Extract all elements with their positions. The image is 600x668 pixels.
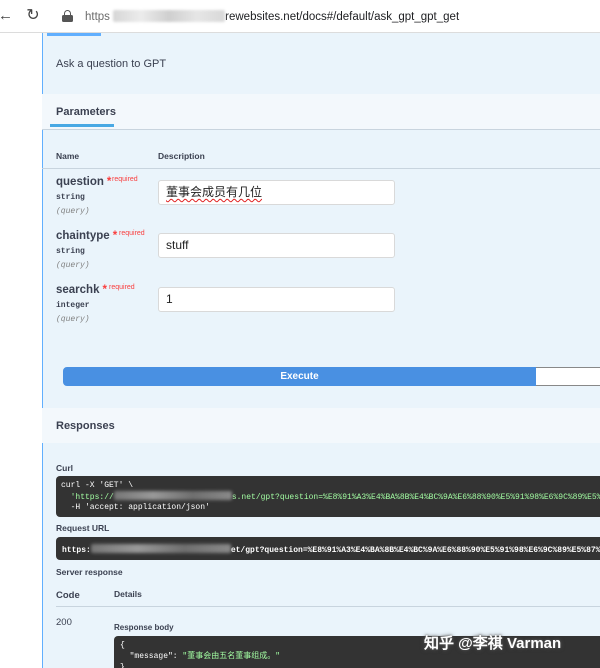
- column-header-details: Details: [114, 589, 142, 599]
- watermark: 知乎 @李祺 Varman: [424, 635, 562, 652]
- required-badge: required: [119, 230, 145, 237]
- request-url-label: Request URL: [56, 523, 110, 533]
- curl-code-block[interactable]: curl -X 'GET' \ 'https:// s.net/gpt?quest…: [56, 476, 600, 517]
- curl-label: Curl: [56, 463, 73, 473]
- param-type: string: [56, 247, 85, 256]
- redacted-host: [113, 10, 226, 22]
- column-header-description: Description: [158, 151, 205, 161]
- operation-summary: Ask a question to GPT: [56, 58, 167, 70]
- responses-header: [42, 408, 600, 443]
- response-body-label: Response body: [114, 623, 174, 632]
- redacted-host: [113, 491, 232, 500]
- column-header-name: Name: [56, 151, 80, 161]
- param-location: (query): [56, 315, 90, 324]
- redacted-host: [90, 544, 231, 553]
- curl-url-prefix: 'https://: [61, 493, 114, 502]
- required-badge: required: [112, 176, 138, 183]
- curl-line-1: curl -X 'GET' \: [61, 481, 134, 490]
- reload-icon[interactable]: ↻: [24, 7, 42, 25]
- curl-line-3: -H 'accept: application/json': [61, 503, 210, 512]
- divider: [56, 606, 600, 607]
- request-url-suffix: et/gpt?question=%E8%91%A3%E4%BA%8B%E4%BC…: [230, 546, 600, 555]
- request-url-block[interactable]: https: et/gpt?question=%E8%91%A3%E4%BA%8B…: [56, 537, 600, 560]
- back-arrow-icon[interactable]: ←: [0, 8, 13, 24]
- method-tab-edge: [47, 33, 101, 36]
- url-path: rewebsites.net/docs#/default/ask_gpt_gpt…: [225, 11, 460, 23]
- execute-button[interactable]: Execute: [63, 367, 536, 386]
- question-input[interactable]: 董事会成员有几位: [158, 180, 395, 205]
- required-badge: required: [109, 284, 135, 291]
- param-name-question: question *: [56, 176, 112, 188]
- divider: [42, 168, 600, 169]
- parameters-header: [42, 94, 600, 130]
- column-header-code: Code: [56, 590, 80, 601]
- divider: [42, 129, 600, 130]
- url-field[interactable]: https rewebsites.net/docs#/default/ask_g…: [85, 9, 459, 25]
- curl-url-suffix: s.net/gpt?question=%E8%91%A3%E4%BA%8B%E4…: [231, 493, 600, 502]
- param-name-searchk: searchk *: [56, 284, 107, 296]
- page-margin: [0, 33, 42, 668]
- param-location: (query): [56, 261, 90, 270]
- clear-button[interactable]: [536, 367, 600, 386]
- searchk-input[interactable]: 1: [158, 287, 395, 312]
- param-location: (query): [56, 207, 90, 216]
- responses-title: Responses: [56, 420, 115, 432]
- browser-address-bar: ← ↻ https rewebsites.net/docs#/default/a…: [0, 0, 600, 33]
- param-type: integer: [56, 301, 90, 310]
- response-status-code: 200: [56, 617, 72, 628]
- param-name-chaintype: chaintype *: [56, 230, 118, 242]
- url-scheme: https: [85, 11, 110, 23]
- tab-parameters[interactable]: Parameters: [56, 106, 116, 118]
- active-tab-indicator: [50, 124, 114, 127]
- param-type: string: [56, 193, 85, 202]
- request-url-prefix: https:: [62, 546, 91, 555]
- response-message-value: "董事会由五名董事组成。": [182, 652, 281, 661]
- server-response-label: Server response: [56, 567, 123, 577]
- site-info-icon[interactable]: [62, 10, 73, 22]
- chaintype-input[interactable]: stuff: [158, 233, 395, 258]
